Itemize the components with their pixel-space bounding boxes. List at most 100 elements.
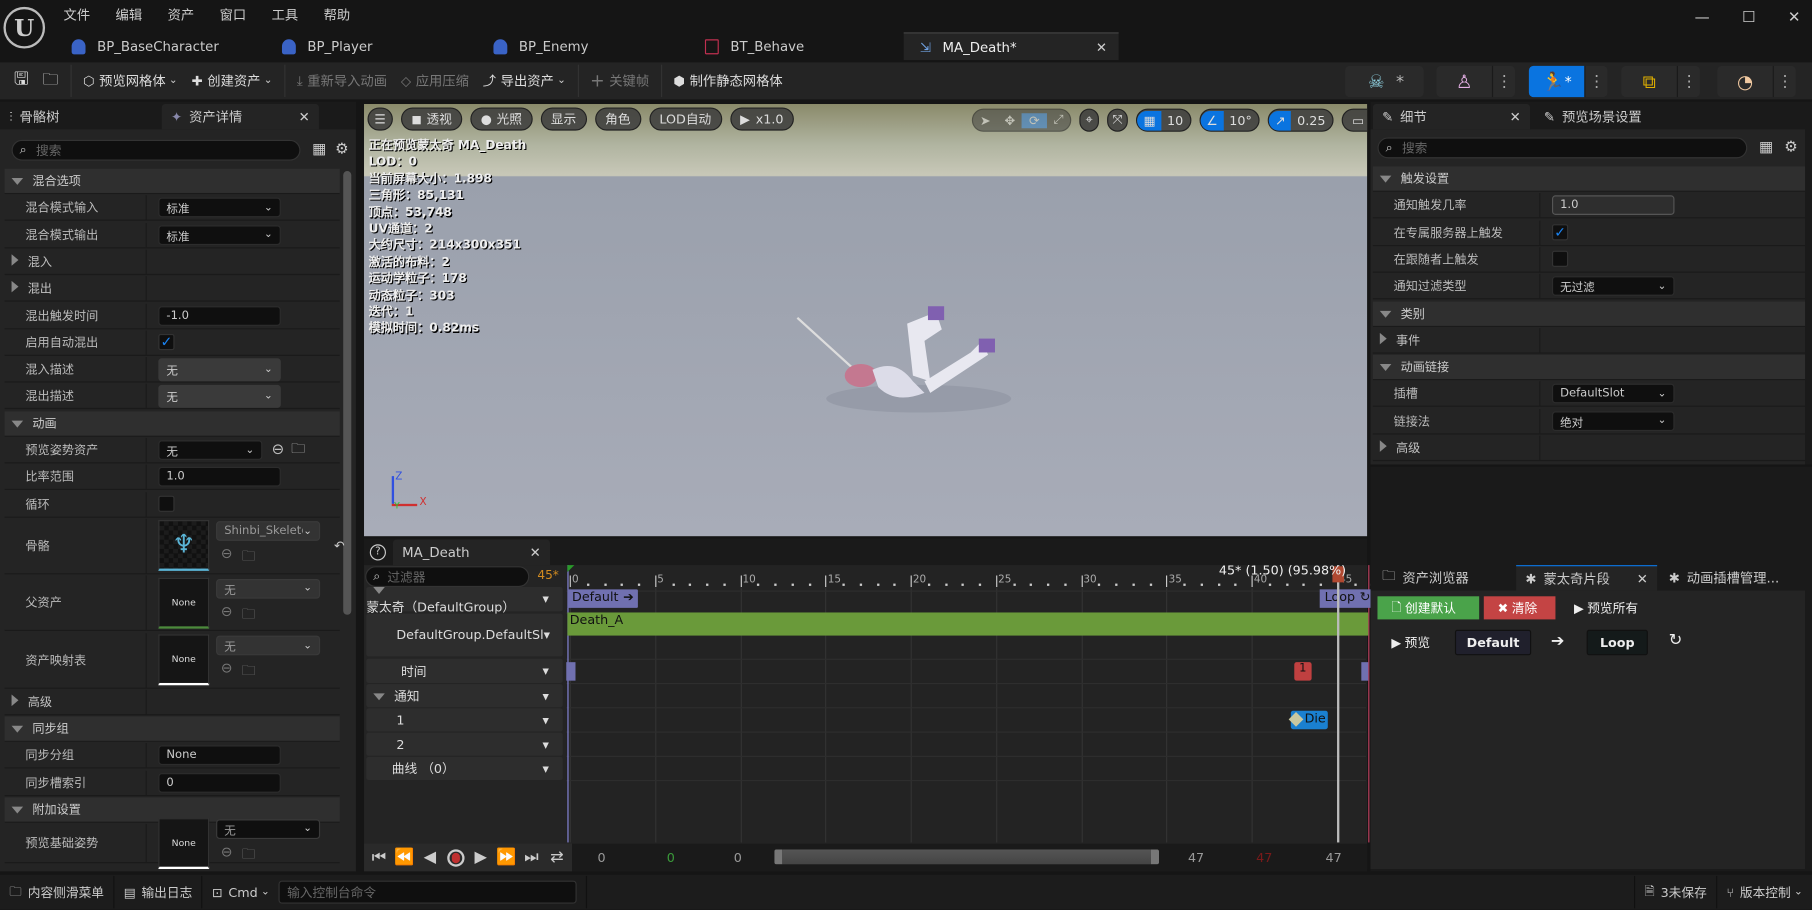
property-input[interactable]: 1.0 bbox=[1551, 195, 1675, 216]
working-end-frame[interactable]: 47 bbox=[1188, 850, 1204, 865]
dropdown-icon[interactable]: ▾ bbox=[543, 712, 549, 727]
asset-dropdown[interactable]: 无 ⌄ bbox=[216, 578, 321, 599]
property-checkbox[interactable]: ✓ bbox=[1551, 224, 1569, 241]
skeleton-mode-button[interactable]: ☠ * bbox=[1345, 65, 1424, 98]
property-checkbox[interactable] bbox=[158, 495, 175, 513]
dropdown-icon[interactable]: ▾ bbox=[543, 761, 549, 776]
notify-die[interactable]: Die bbox=[1288, 710, 1329, 730]
source-control-button[interactable]: ⑂ 版本控制 ⌄ bbox=[1717, 876, 1812, 908]
property-checkbox[interactable] bbox=[1551, 251, 1569, 268]
grid-snap-button[interactable]: ▦ 10 bbox=[1136, 108, 1192, 132]
tab-details[interactable]: ✎ 细节 ✕ bbox=[1372, 104, 1531, 130]
asset-details-search-input[interactable]: ⌕ 搜索 bbox=[11, 139, 301, 161]
more-icon[interactable]: ⋮ bbox=[1492, 65, 1515, 98]
show-button[interactable]: 显示 bbox=[540, 107, 587, 131]
asset-thumbnail[interactable]: ♆ bbox=[158, 520, 210, 572]
doc-tab-ma-death[interactable]: ⇲ MA_Death* ✕ bbox=[903, 32, 1119, 61]
browse-asset-icon[interactable]: 🗀 bbox=[242, 660, 256, 684]
step-back-button[interactable]: ⏪ bbox=[392, 845, 417, 870]
more-icon[interactable]: ⋮ bbox=[1772, 65, 1796, 98]
browse-asset-icon[interactable]: 🗀 bbox=[291, 438, 305, 462]
create-default-button[interactable]: 🗋 创建默认 bbox=[1377, 596, 1480, 620]
table-view-icon[interactable]: ▦ bbox=[312, 141, 326, 158]
category-4[interactable]: 混出 bbox=[4, 276, 340, 302]
category-16[interactable]: 高级 bbox=[4, 689, 340, 716]
play-end-frame[interactable]: 47 bbox=[1256, 850, 1272, 865]
doc-tab-bt-behave[interactable]: BT_Behave bbox=[689, 32, 897, 60]
property-dropdown[interactable]: 标准 ⌄ bbox=[158, 224, 281, 245]
asset-thumbnail[interactable]: None bbox=[158, 817, 210, 869]
rotation-snap-button[interactable]: ∠ 10° bbox=[1199, 108, 1260, 132]
doc-tab-bp-basecharacter[interactable]: BP_BaseCharacter bbox=[55, 32, 263, 60]
close-tab-icon[interactable]: ✕ bbox=[530, 544, 541, 560]
tab-skeleton-tree[interactable]: ⫶ 骨骼树 bbox=[0, 104, 156, 129]
category-17[interactable]: 同步组 bbox=[4, 716, 340, 743]
viewport-menu-button[interactable]: ☰ bbox=[367, 107, 393, 131]
asset-thumbnail[interactable]: None bbox=[158, 634, 210, 686]
dropdown-icon[interactable]: ▾ bbox=[543, 688, 549, 703]
section-loop-marker[interactable]: Loop ↻ bbox=[1319, 589, 1376, 608]
asset-thumbnail[interactable]: None bbox=[158, 577, 210, 629]
track-montage[interactable]: 蒙太奇（DefaultGroup） ▾ bbox=[366, 587, 563, 615]
character-button[interactable]: 角色 bbox=[594, 107, 641, 131]
time-marker-end[interactable] bbox=[1361, 662, 1369, 681]
local-space-button[interactable]: ⌖ bbox=[1079, 108, 1099, 132]
browse-button[interactable]: 🗀 bbox=[36, 65, 66, 97]
select-icon[interactable]: ➤ bbox=[973, 113, 998, 128]
section-loop-button[interactable]: Loop bbox=[1586, 629, 1648, 656]
physics-mode-button[interactable]: ◔ ⋮ bbox=[1717, 65, 1796, 98]
animation-mode-button[interactable]: 🏃 * ⋮ bbox=[1528, 65, 1608, 98]
working-start-frame[interactable]: 0 bbox=[734, 850, 742, 865]
close-tab-icon[interactable]: ✕ bbox=[1096, 39, 1107, 55]
camera-speed-button[interactable]: ▭1 bbox=[1341, 108, 1368, 132]
menu-edit[interactable]: 编辑 bbox=[116, 6, 143, 24]
tab-asset-browser[interactable]: 🗀 资产浏览器 bbox=[1373, 565, 1512, 590]
maximize-button[interactable]: ☐ bbox=[1742, 9, 1755, 26]
property-dropdown[interactable]: 标准 ⌄ bbox=[158, 197, 281, 218]
tab-ma-death[interactable]: MA_Death ✕ bbox=[392, 539, 551, 566]
doc-tab-bp-player[interactable]: BP_Player bbox=[266, 32, 474, 60]
category-10[interactable]: 高级 bbox=[1372, 435, 1806, 462]
clear-button[interactable]: ✖ 清除 bbox=[1483, 596, 1556, 620]
view-start-frame[interactable]: 0 bbox=[597, 850, 605, 865]
unsaved-button[interactable]: 🗎 3未保存 bbox=[1634, 875, 1718, 909]
category-7[interactable]: 动画链接 bbox=[1372, 354, 1806, 381]
use-selected-icon[interactable]: ⊖ bbox=[221, 603, 233, 627]
property-checkbox[interactable]: ✓ bbox=[158, 334, 175, 351]
timeline-track-area[interactable] bbox=[566, 565, 1366, 843]
property-dropdown[interactable]: 无 ⌄ bbox=[158, 384, 281, 408]
category-0[interactable]: 混合选项 bbox=[4, 168, 340, 195]
settings-gear-icon[interactable]: ⚙ bbox=[1784, 139, 1797, 156]
branch-point-marker[interactable]: 1 bbox=[1294, 662, 1312, 681]
section-default-button[interactable]: Default bbox=[1454, 629, 1532, 656]
property-dropdown[interactable]: 无 ⌄ bbox=[158, 357, 281, 381]
property-input[interactable]: None bbox=[158, 745, 281, 766]
asset-dropdown[interactable]: 无 ⌄ bbox=[216, 819, 321, 839]
content-drawer-button[interactable]: 🗀 内容侧滑菜单 bbox=[0, 875, 115, 909]
dropdown-icon[interactable]: ▾ bbox=[543, 663, 549, 678]
montage-segment[interactable]: Death_A bbox=[567, 612, 1369, 636]
preview-section-button[interactable]: ▶ 预览 bbox=[1391, 631, 1430, 654]
play-forward-button[interactable]: ▶ bbox=[468, 845, 493, 870]
browse-asset-icon[interactable]: 🗀 bbox=[242, 603, 256, 627]
track-slot[interactable]: DefaultGroup.DefaultSl ▾ bbox=[366, 613, 563, 657]
property-dropdown[interactable]: DefaultSlot ⌄ bbox=[1551, 384, 1675, 404]
apply-compression-button[interactable]: ◇ 应用压缩 bbox=[394, 65, 476, 97]
move-icon[interactable]: ✥ bbox=[998, 113, 1023, 128]
category-9[interactable]: 动画 bbox=[4, 411, 340, 437]
create-asset-button[interactable]: ✚ 创建资产 ⌄ bbox=[185, 65, 280, 97]
menu-window[interactable]: 窗口 bbox=[220, 6, 247, 24]
playhead-line[interactable] bbox=[1336, 565, 1340, 843]
property-input[interactable]: 1.0 bbox=[158, 467, 281, 487]
mesh-mode-button[interactable]: ♙ ⋮ bbox=[1436, 65, 1516, 98]
category-5[interactable]: 类别 bbox=[1372, 301, 1806, 327]
record-button[interactable] bbox=[443, 845, 468, 870]
menu-tools[interactable]: 工具 bbox=[272, 6, 299, 24]
tab-preview-scene-settings[interactable]: ✎ 预览场景设置 bbox=[1535, 104, 1708, 129]
play-reverse-button[interactable]: ◀ bbox=[417, 845, 442, 870]
dropdown-icon[interactable]: ▾ bbox=[543, 737, 549, 752]
export-asset-button[interactable]: ⤴ 导出资产 ⌄ bbox=[476, 65, 573, 97]
play-start-frame[interactable]: 0 bbox=[667, 850, 675, 865]
track-time[interactable]: 时间 ▾ bbox=[366, 658, 563, 683]
menu-asset[interactable]: 资产 bbox=[168, 6, 195, 24]
